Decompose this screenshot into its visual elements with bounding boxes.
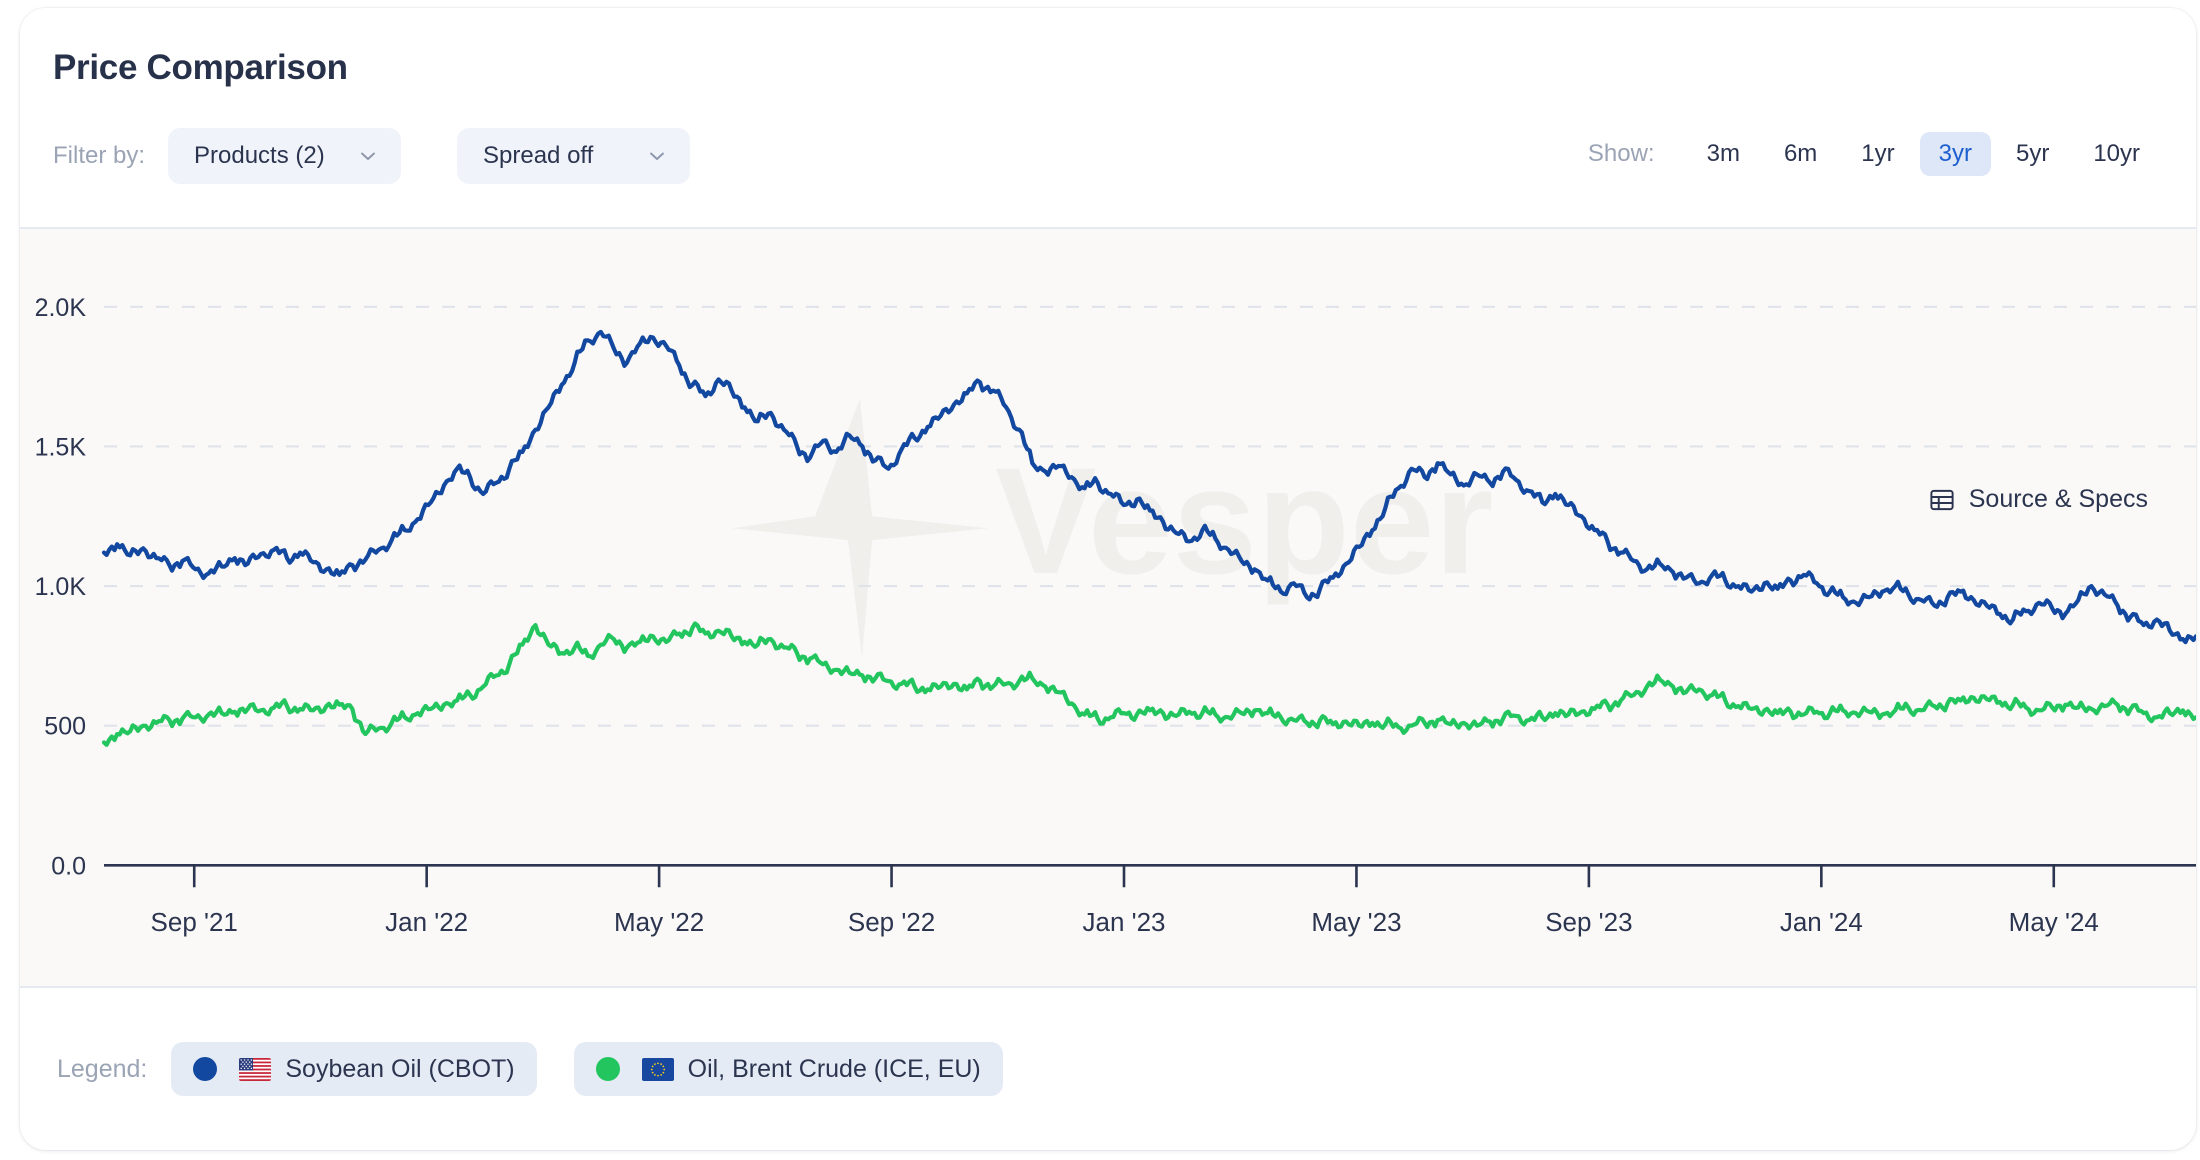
svg-text:May '24: May '24 [2009,907,2099,937]
source-specs-label: Source & Specs [1968,485,2148,513]
products-dropdown-value: Products (2) [194,142,325,169]
range-button-6m[interactable]: 6m [1765,132,1836,176]
svg-text:1.0K: 1.0K [35,573,87,601]
range-button-10yr[interactable]: 10yr [2074,132,2159,176]
range-button-1yr[interactable]: 1yr [1842,132,1913,176]
svg-text:Jan '22: Jan '22 [385,907,468,937]
time-range-selector: Show: 3m 6m 1yr 3yr 5yr 10yr [1588,132,2162,176]
spread-dropdown-value: Spread off [483,142,594,169]
legend-label: Legend: [57,1054,148,1083]
chart-plot-area: Vesper Source & Specs 0.0 500 1.0K 1.5K 2.0K… [20,229,2196,988]
chevron-down-icon [646,145,668,167]
legend-item-soybean-oil[interactable]: Soybean Oil (CBOT) [171,1042,537,1096]
svg-text:May '23: May '23 [1311,907,1401,937]
svg-text:May '22: May '22 [614,907,704,937]
spread-dropdown[interactable]: Spread off [457,128,691,184]
range-button-5yr[interactable]: 5yr [1997,132,2068,176]
svg-text:Jan '24: Jan '24 [1780,907,1863,937]
legend-item-label: Soybean Oil (CBOT) [285,1054,515,1083]
show-label: Show: [1587,140,1655,167]
price-line-chart: 0.0 500 1.0K 1.5K 2.0K Sep '21 Jan '22 May '22 S… [35,294,2196,937]
legend-item-label: Oil, Brent Crude (ICE, EU) [687,1054,981,1083]
us-flag-icon [217,1057,272,1081]
page-title: Price Comparison [53,48,348,87]
range-button-3yr[interactable]: 3yr [1919,132,1991,176]
svg-text:500: 500 [44,713,86,741]
source-specs-button[interactable]: Source & Specs [1929,485,2148,514]
filter-by-label: Filter by: [53,142,146,169]
eu-flag-icon [620,1057,674,1081]
legend-color-dot [595,1057,620,1081]
svg-text:Sep '23: Sep '23 [1545,907,1632,937]
svg-text:1.5K: 1.5K [35,433,87,461]
svg-text:Sep '22: Sep '22 [848,907,935,937]
svg-text:Jan '23: Jan '23 [1083,907,1166,937]
price-comparison-card: Price Comparison Filter by: Products (2)… [20,8,2196,1150]
legend-color-dot [193,1057,218,1081]
svg-text:2.0K: 2.0K [35,294,87,322]
chart-legend: Legend: Soybean Oil (CBOT) Oil, Brent Cr… [20,988,2196,1150]
range-button-3m[interactable]: 3m [1688,132,1759,176]
legend-item-brent-crude[interactable]: Oil, Brent Crude (ICE, EU) [573,1042,1003,1096]
card-header: Price Comparison Filter by: Products (2)… [20,8,2196,229]
products-dropdown[interactable]: Products (2) [168,128,402,184]
svg-text:Sep '21: Sep '21 [151,907,238,937]
chevron-down-icon [357,145,379,167]
table-icon [1929,487,1955,513]
filter-controls: Filter by: Products (2) Spread off [53,128,691,184]
svg-text:0.0: 0.0 [51,852,86,880]
